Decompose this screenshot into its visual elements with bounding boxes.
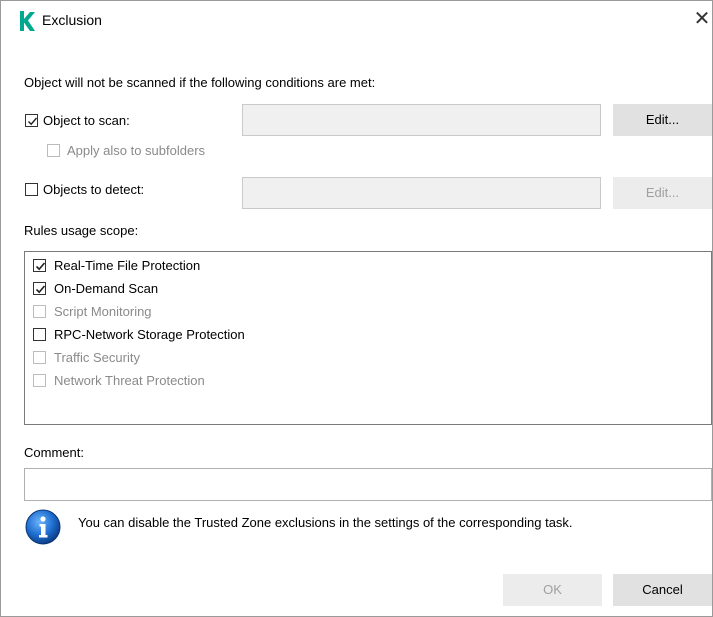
objects-to-detect-label: Objects to detect: xyxy=(43,182,145,197)
scope-checkbox[interactable] xyxy=(33,374,46,387)
comment-input[interactable] xyxy=(24,468,712,501)
apply-subfolders-checkbox[interactable] xyxy=(47,144,60,157)
scope-item-label: Real-Time File Protection xyxy=(54,258,201,273)
object-to-scan-checkbox[interactable] xyxy=(25,114,38,127)
scope-checkbox[interactable] xyxy=(33,351,46,364)
scope-item-label: Traffic Security xyxy=(54,350,140,365)
title-bar: Exclusion ✕ xyxy=(1,1,712,39)
scope-checkbox[interactable] xyxy=(33,259,46,272)
apply-subfolders-label: Apply also to subfolders xyxy=(67,143,206,158)
scope-item-label: On-Demand Scan xyxy=(54,281,159,296)
info-message: You can disable the Trusted Zone exclusi… xyxy=(78,515,573,530)
detect-edit-button[interactable]: Edit... xyxy=(613,177,712,209)
kaspersky-logo-icon xyxy=(20,11,35,31)
scope-item-label: RPC-Network Storage Protection xyxy=(54,327,245,342)
scope-checkbox[interactable] xyxy=(33,282,46,295)
object-to-scan-field[interactable] xyxy=(242,104,601,136)
objects-to-detect-field[interactable] xyxy=(242,177,601,209)
object-to-scan-label: Object to scan: xyxy=(43,113,130,128)
close-icon[interactable]: ✕ xyxy=(692,9,712,31)
rules-scope-label: Rules usage scope: xyxy=(24,223,139,238)
scope-item-label: Network Threat Protection xyxy=(54,373,205,388)
comment-label: Comment: xyxy=(24,445,84,460)
scope-item-label: Script Monitoring xyxy=(54,304,152,319)
exclusion-dialog: Exclusion ✕ Object will not be scanned i… xyxy=(0,0,713,617)
info-icon xyxy=(25,509,61,545)
objects-to-detect-checkbox[interactable] xyxy=(25,183,38,196)
object-edit-button[interactable]: Edit... xyxy=(613,104,712,136)
scope-checkbox[interactable] xyxy=(33,305,46,318)
scope-checkbox[interactable] xyxy=(33,328,46,341)
cancel-button[interactable]: Cancel xyxy=(613,574,712,606)
intro-text: Object will not be scanned if the follow… xyxy=(24,75,376,90)
rules-scope-list: Real-Time File Protection On-Demand Scan… xyxy=(24,251,712,425)
ok-button[interactable]: OK xyxy=(503,574,602,606)
window-title: Exclusion xyxy=(42,12,102,28)
